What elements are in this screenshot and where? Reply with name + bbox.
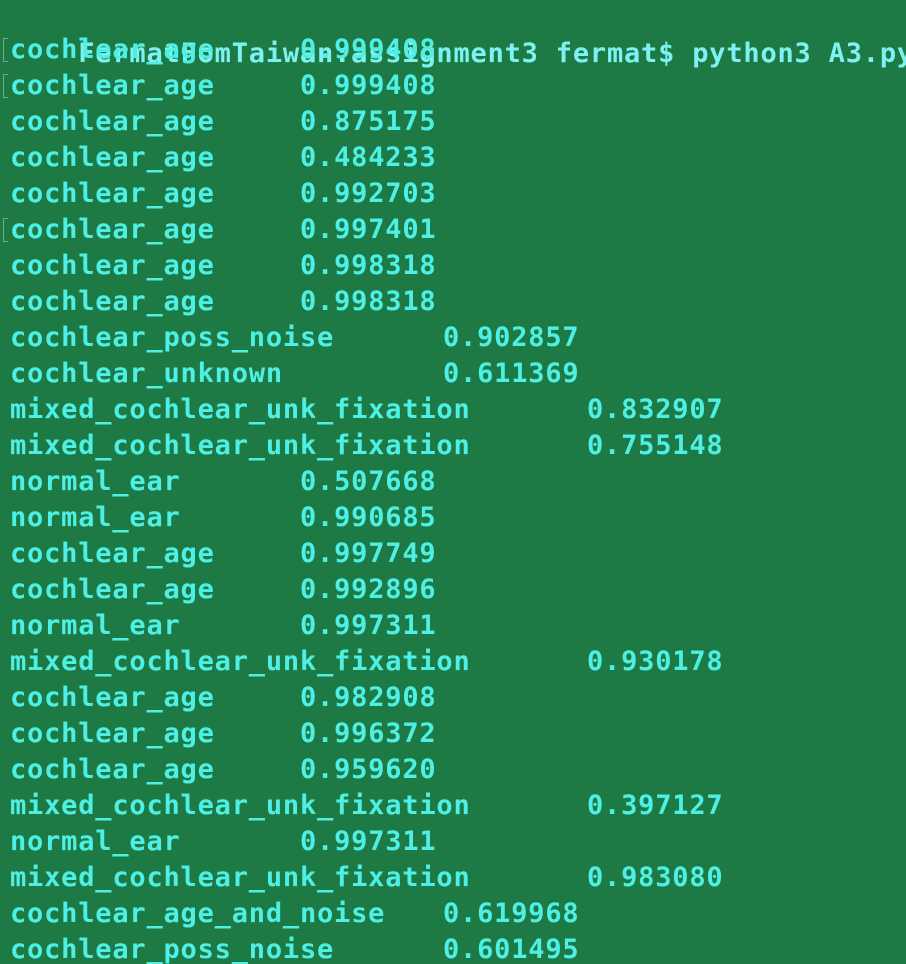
output-label: cochlear_age bbox=[10, 286, 215, 317]
output-value: 0.996372 bbox=[300, 718, 437, 749]
output-value: 0.902857 bbox=[443, 322, 580, 353]
output-value: 0.397127 bbox=[587, 790, 724, 821]
output-value: 0.990685 bbox=[300, 502, 437, 533]
line-mark-icon bbox=[3, 218, 8, 242]
output-value: 0.983080 bbox=[587, 862, 724, 893]
output-label: cochlear_age bbox=[10, 682, 215, 713]
output-value: 0.930178 bbox=[587, 646, 724, 677]
output-value: 0.507668 bbox=[300, 466, 437, 497]
terminal-window[interactable]: FermatFomTaiwan:assignment3 fermat$ pyth… bbox=[0, 0, 906, 964]
output-label: cochlear_unknown bbox=[10, 358, 283, 389]
output-label: cochlear_age bbox=[10, 250, 215, 281]
output-label: cochlear_poss_noise bbox=[10, 322, 335, 353]
output-value: 0.999408 bbox=[300, 34, 437, 65]
output-value: 0.997311 bbox=[300, 826, 437, 857]
output-value: 0.998318 bbox=[300, 286, 437, 317]
output-label: mixed_cochlear_unk_fixation bbox=[10, 862, 471, 893]
output-label: cochlear_age bbox=[10, 34, 215, 65]
output-value: 0.611369 bbox=[443, 358, 580, 389]
output-label: cochlear_age_and_noise bbox=[10, 898, 386, 929]
output-value: 0.875175 bbox=[300, 106, 437, 137]
output-value: 0.601495 bbox=[443, 934, 580, 964]
output-label: normal_ear bbox=[10, 826, 181, 857]
output-label: cochlear_age bbox=[10, 70, 215, 101]
output-label: mixed_cochlear_unk_fixation bbox=[10, 430, 471, 461]
output-label: cochlear_age bbox=[10, 538, 215, 569]
output-label: cochlear_age bbox=[10, 574, 215, 605]
output-value: 0.997749 bbox=[300, 538, 437, 569]
command-prompt: FermatFomTaiwan:assignment3 fermat$ pyth… bbox=[10, 0, 906, 69]
output-label: normal_ear bbox=[10, 610, 181, 641]
output-value: 0.619968 bbox=[443, 898, 580, 929]
output-label: cochlear_poss_noise bbox=[10, 934, 335, 964]
output-label: mixed_cochlear_unk_fixation bbox=[10, 646, 471, 677]
output-value: 0.992703 bbox=[300, 178, 437, 209]
output-value: 0.999408 bbox=[300, 70, 437, 101]
output-value: 0.997311 bbox=[300, 610, 437, 641]
output-label: cochlear_age bbox=[10, 106, 215, 137]
output-value: 0.992896 bbox=[300, 574, 437, 605]
output-label: cochlear_age bbox=[10, 214, 215, 245]
output-label: normal_ear bbox=[10, 502, 181, 533]
output-label: cochlear_age bbox=[10, 178, 215, 209]
output-label: mixed_cochlear_unk_fixation bbox=[10, 394, 471, 425]
output-label: mixed_cochlear_unk_fixation bbox=[10, 790, 471, 821]
output-label: normal_ear bbox=[10, 466, 181, 497]
output-value: 0.959620 bbox=[300, 754, 437, 785]
output-value: 0.982908 bbox=[300, 682, 437, 713]
output-value: 0.832907 bbox=[587, 394, 724, 425]
output-label: cochlear_age bbox=[10, 142, 215, 173]
output-value: 0.484233 bbox=[300, 142, 437, 173]
output-value: 0.997401 bbox=[300, 214, 437, 245]
line-mark-icon bbox=[3, 38, 8, 62]
line-mark-icon bbox=[3, 74, 8, 98]
output-label: cochlear_age bbox=[10, 754, 215, 785]
output-value: 0.998318 bbox=[300, 250, 437, 281]
output-label: cochlear_age bbox=[10, 718, 215, 749]
output-value: 0.755148 bbox=[587, 430, 724, 461]
